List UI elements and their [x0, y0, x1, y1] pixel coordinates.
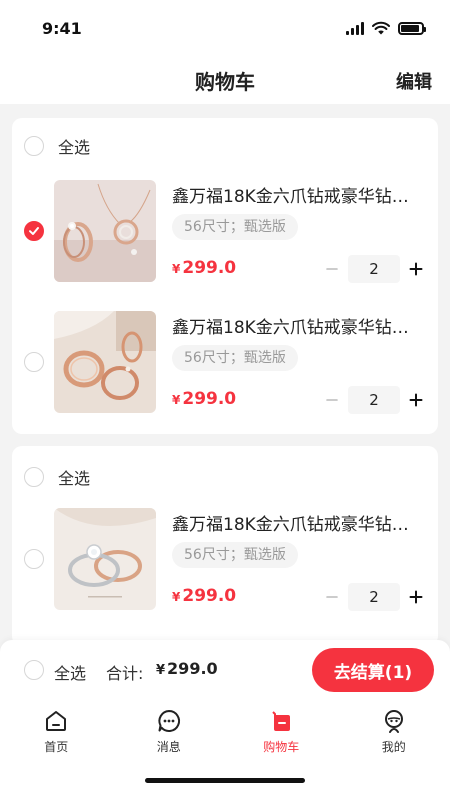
checkout-row: 全选 合计: ¥299.0 去结算(1) — [0, 640, 450, 700]
tab-label: 首页 — [44, 740, 69, 754]
increase-button[interactable] — [406, 390, 426, 410]
plus-icon — [409, 393, 423, 407]
battery-icon — [398, 21, 426, 35]
product-image-two-tone-diamond-ring[interactable] — [54, 508, 156, 610]
group-select-all-checkbox[interactable] — [24, 136, 44, 156]
store-group: 全选 鑫万福18K金六爪钻戒豪华钻戒女款 56尺寸；甄选版 ¥ 299.0 2 … — [12, 118, 438, 434]
quantity-input[interactable]: 2 — [348, 255, 400, 283]
price-value: 299.0 — [182, 389, 237, 409]
cart-item: 鑫万福18K金六爪钻戒豪华钻戒女款 56尺寸；甄选版 ¥299.0 2 — [12, 176, 438, 286]
product-title[interactable]: 鑫万福18K金六爪钻戒豪华钻戒女款 — [172, 313, 422, 338]
minus-icon — [326, 268, 338, 270]
edit-button[interactable]: 编辑 — [396, 68, 432, 94]
minus-icon — [326, 596, 338, 598]
product-image-rose-gold-ring-with-necklace[interactable] — [54, 180, 156, 282]
product-spec[interactable]: 56尺寸；甄选版 — [172, 542, 298, 568]
check-icon — [29, 227, 39, 235]
tab-messages[interactable]: 消息 — [113, 704, 226, 760]
quantity-stepper: 2 — [322, 583, 426, 611]
product-spec[interactable]: 56尺寸；甄选版 — [172, 345, 298, 371]
currency-symbol: ¥ — [172, 590, 181, 604]
total-value: ¥299.0 — [156, 659, 218, 678]
message-icon — [158, 709, 180, 732]
select-all-checkbox[interactable] — [24, 660, 44, 680]
minus-icon — [326, 399, 338, 401]
status-time: 9:41 — [42, 18, 82, 38]
price-value: 299.0 — [182, 258, 237, 278]
tab-label: 消息 — [156, 740, 181, 754]
total-amount: 299.0 — [167, 659, 218, 678]
quantity-input[interactable]: 2 — [348, 583, 400, 611]
currency-symbol: ¥ — [172, 393, 181, 407]
quantity-input[interactable]: 2 — [348, 386, 400, 414]
increase-button[interactable] — [406, 587, 426, 607]
bottom-bar: 全选 合计: ¥299.0 去结算(1) 首页 消息 购物车 我的 — [0, 640, 450, 800]
group-header: 全选 — [12, 446, 438, 508]
home-icon — [46, 711, 67, 731]
total-currency: ¥ — [156, 663, 166, 678]
tab-label: 我的 — [381, 740, 406, 754]
product-title[interactable]: 鑫万福18K金六爪钻戒豪华钻戒女款 — [172, 182, 422, 207]
product-price: ¥299.0 — [172, 389, 236, 409]
store-group: 全选 鑫万福18K金六爪钻戒豪华钻戒女款 56尺寸；甄选版 ¥299.0 2 — [12, 446, 438, 640]
cart-list[interactable]: 全选 鑫万福18K金六爪钻戒豪华钻戒女款 56尺寸；甄选版 ¥ 299.0 2 … — [0, 104, 450, 640]
item-checkbox[interactable] — [24, 221, 44, 241]
checkout-button[interactable]: 去结算(1) — [312, 648, 434, 692]
cart-icon — [272, 711, 291, 731]
decrease-button[interactable] — [322, 390, 342, 410]
select-all-label: 全选 — [54, 664, 87, 683]
cart-item: 鑫万福18K金六爪钻戒豪华钻戒女款 56尺寸；甄选版 ¥299.0 2 — [12, 307, 438, 417]
decrease-button[interactable] — [322, 587, 342, 607]
product-title[interactable]: 鑫万福18K金六爪钻戒豪华钻戒女款 — [172, 510, 422, 535]
increase-button[interactable] — [406, 259, 426, 279]
signal-icon — [346, 21, 364, 35]
group-select-all-checkbox[interactable] — [24, 467, 44, 487]
tab-cart[interactable]: 购物车 — [225, 704, 338, 760]
wifi-icon — [372, 21, 390, 35]
tab-bar: 首页 消息 购物车 我的 — [0, 704, 450, 760]
product-price: ¥299.0 — [172, 258, 236, 278]
nav-bar: 购物车 编辑 — [0, 56, 450, 104]
cart-item: 鑫万福18K金六爪钻戒豪华钻戒女款 56尺寸；甄选版 ¥299.0 2 — [12, 504, 438, 614]
product-price: ¥299.0 — [172, 586, 236, 606]
status-icons — [346, 21, 426, 35]
tab-label: 购物车 — [263, 740, 300, 754]
profile-icon — [384, 710, 403, 733]
battery-level — [401, 24, 419, 32]
decrease-button[interactable] — [322, 259, 342, 279]
price-value: 299.0 — [182, 586, 237, 606]
item-checkbox[interactable] — [24, 549, 44, 569]
home-indicator — [145, 778, 305, 783]
group-select-all-label: 全选 — [58, 138, 91, 157]
total-label: 合计: — [106, 664, 144, 683]
product-spec[interactable]: 56尺寸；甄选版 — [172, 214, 298, 240]
item-checkbox[interactable] — [24, 352, 44, 372]
currency-symbol: ¥ — [172, 262, 181, 276]
tab-profile[interactable]: 我的 — [338, 704, 450, 760]
page-title: 购物车 — [195, 69, 255, 94]
quantity-stepper: 2 — [322, 386, 426, 414]
group-header: 全选 — [12, 118, 438, 174]
group-select-all-label: 全选 — [58, 469, 91, 488]
plus-icon — [409, 590, 423, 604]
status-bar: 9:41 — [0, 0, 450, 56]
plus-icon — [409, 262, 423, 276]
product-image-rose-gold-ring-pair[interactable] — [54, 311, 156, 413]
tab-home[interactable]: 首页 — [0, 704, 113, 760]
quantity-stepper: 2 — [322, 255, 426, 283]
